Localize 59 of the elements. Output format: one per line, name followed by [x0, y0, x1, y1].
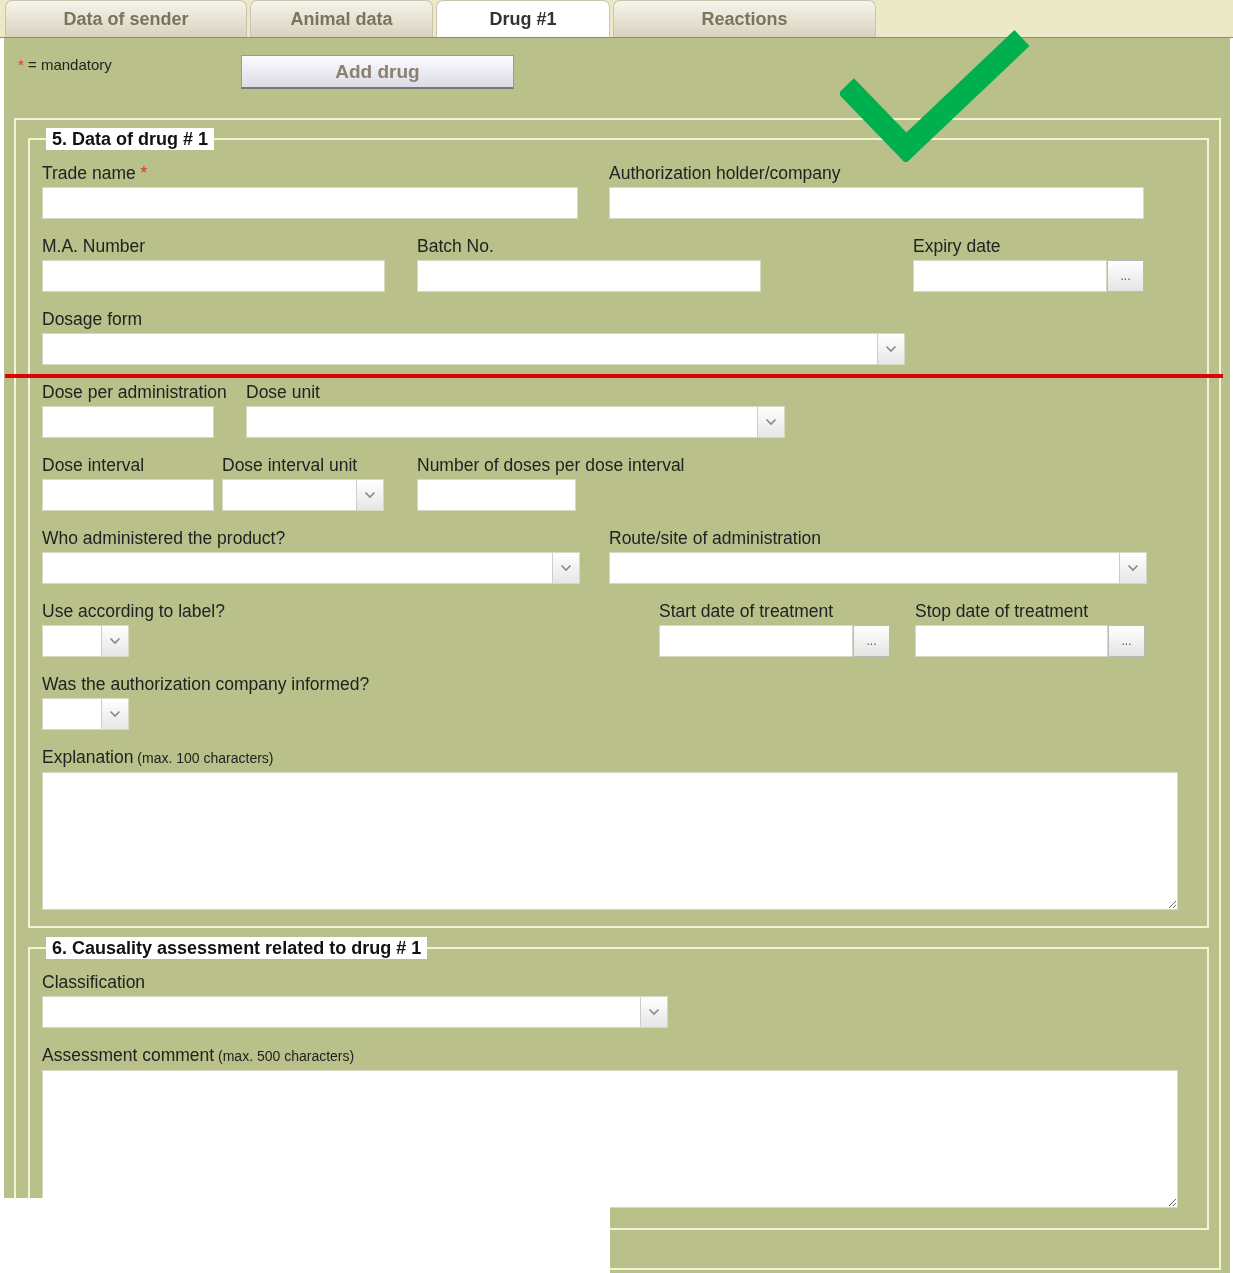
- text-field[interactable]: [42, 406, 214, 438]
- tab[interactable]: Animal data: [250, 0, 433, 37]
- section-title: 5. Data of drug # 1: [46, 128, 215, 150]
- field-label: Dose per administration: [42, 381, 227, 403]
- field-label: Was the authorization company informed?: [42, 673, 370, 695]
- chevron-down-icon: [885, 345, 897, 353]
- field-label: Number of doses per dose interval: [417, 454, 685, 476]
- field-label: Assessment comment (max. 500 characters): [42, 1044, 355, 1067]
- dropdown-field[interactable]: [42, 552, 580, 584]
- chevron-down-icon: [765, 418, 777, 426]
- text-field[interactable]: [42, 479, 214, 511]
- field-label: Explanation (max. 100 characters): [42, 746, 274, 769]
- field-label: Classification: [42, 971, 146, 993]
- chevron-down-icon: [1127, 564, 1139, 572]
- tab[interactable]: Data of sender: [5, 0, 247, 37]
- field-label: Dose interval: [42, 454, 145, 476]
- chevron-down-icon: [109, 710, 121, 718]
- checkmark-icon: [840, 30, 1030, 162]
- field-label: Who administered the product?: [42, 527, 286, 549]
- field-label: M.A. Number: [42, 235, 146, 257]
- dropdown-field[interactable]: [42, 698, 129, 730]
- field-label: Batch No.: [417, 235, 494, 257]
- text-area[interactable]: [42, 1070, 1178, 1208]
- tab[interactable]: Reactions: [613, 0, 876, 37]
- field-label: Dosage form: [42, 308, 143, 330]
- text-field[interactable]: [417, 479, 576, 511]
- field-label: Use according to label?: [42, 600, 225, 622]
- dropdown-field[interactable]: [246, 406, 785, 438]
- tab[interactable]: Drug #1: [436, 0, 610, 37]
- text-field[interactable]: [42, 260, 385, 292]
- chevron-down-icon: [560, 564, 572, 572]
- chevron-down-icon: [109, 637, 121, 645]
- date-picker-button[interactable]: ...: [1107, 260, 1144, 292]
- chevron-down-icon: [648, 1008, 660, 1016]
- date-field[interactable]: [659, 625, 853, 657]
- field-label: Expiry date: [913, 235, 1001, 257]
- section-title: 6. Causality assessment related to drug # 1: [46, 937, 428, 959]
- field-label: Dose interval unit: [222, 454, 358, 476]
- field-label: Start date of treatment: [659, 600, 834, 622]
- field-label: Stop date of treatment: [915, 600, 1089, 622]
- field-label: Trade name *: [42, 162, 148, 184]
- date-picker-button[interactable]: ...: [853, 625, 890, 657]
- date-field[interactable]: [915, 625, 1108, 657]
- field-label: Authorization holder/company: [609, 162, 841, 184]
- dropdown-field[interactable]: [42, 333, 905, 365]
- date-field[interactable]: [913, 260, 1107, 292]
- chevron-down-icon: [364, 491, 376, 499]
- field-label: Route/site of administration: [609, 527, 822, 549]
- dropdown-field[interactable]: [222, 479, 384, 511]
- text-field[interactable]: [42, 187, 578, 219]
- dropdown-field[interactable]: [42, 625, 129, 657]
- text-area[interactable]: [42, 772, 1178, 910]
- text-field[interactable]: [609, 187, 1144, 219]
- dropdown-field[interactable]: [42, 996, 668, 1028]
- dropdown-field[interactable]: [609, 552, 1147, 584]
- text-field[interactable]: [417, 260, 761, 292]
- mandatory-note: * = mandatory: [18, 56, 113, 73]
- date-picker-button[interactable]: ...: [1108, 625, 1145, 657]
- field-label: Dose unit: [246, 381, 320, 403]
